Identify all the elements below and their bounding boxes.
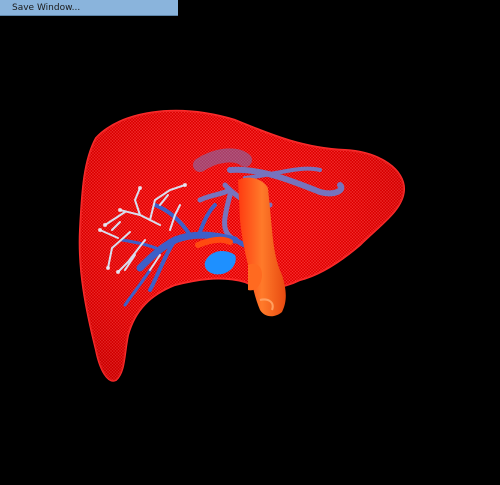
3d-viewport[interactable] [0,0,500,485]
liver-3d-render [78,109,406,382]
save-window-button[interactable]: Save Window... [0,0,178,16]
viewer-window: Save Window... [0,0,500,485]
